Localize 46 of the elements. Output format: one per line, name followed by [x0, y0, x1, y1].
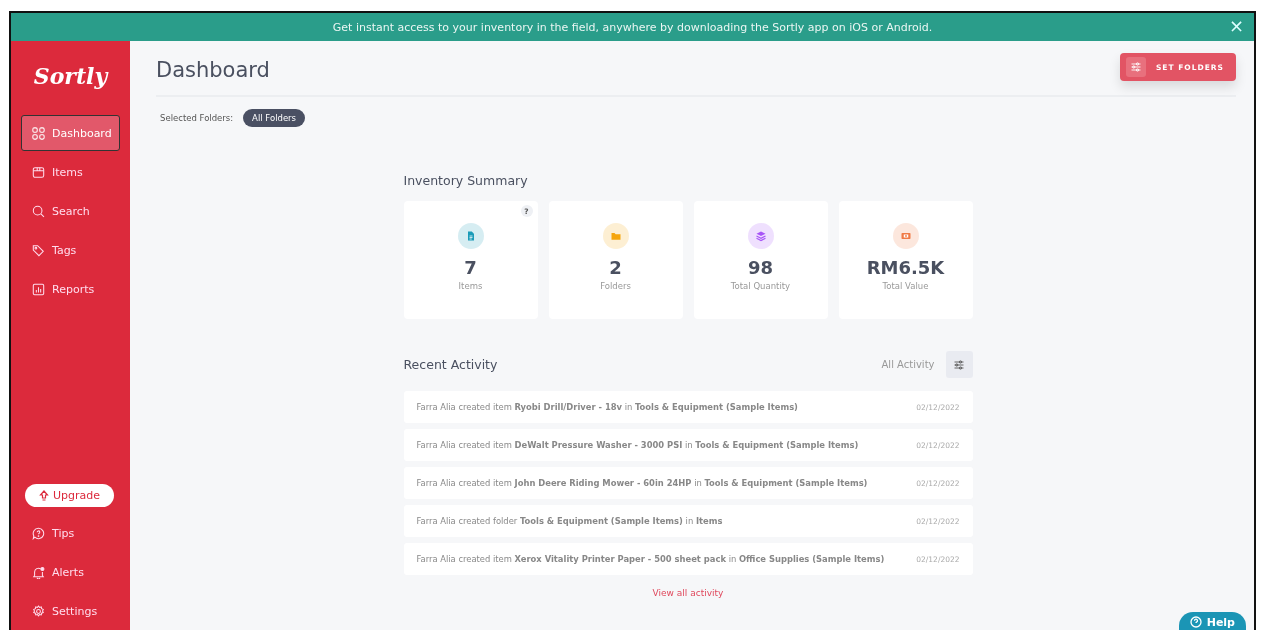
arrow-up-icon: [39, 489, 49, 502]
sidebar-item[interactable]: Reports: [21, 271, 120, 307]
folder-chip[interactable]: All Folders: [243, 109, 306, 127]
upgrade-button[interactable]: Upgrade: [25, 484, 114, 507]
close-button[interactable]: ×: [1224, 16, 1248, 36]
summary-label: Items: [458, 281, 483, 291]
nav-icon: [32, 165, 45, 179]
help-button[interactable]: Help: [1178, 612, 1246, 630]
activity-text: Farra Alia created folder Tools & Equipment (Sample Items) in Items: [416, 516, 724, 526]
summary-label: Folders: [600, 281, 631, 291]
summary-value: RM6.5K: [866, 257, 945, 278]
sidebar-item[interactable]: Items: [21, 154, 120, 190]
section-title: Recent Activity: [403, 357, 499, 372]
activity-text: Farra Alia created item Xerox Vitality Printer Paper - 500 sheet pack in Office Supplies (Sample Items): [416, 554, 886, 564]
sidebar-item[interactable]: Tips: [21, 515, 120, 551]
sidebar-item[interactable]: Dashboard: [21, 115, 120, 151]
activity-text: Farra Alia created item John Deere Riding Mower - 60in 24HP in Tools & Equipment (Sample Items): [416, 478, 869, 488]
sidebar-item[interactable]: Tags: [21, 232, 120, 268]
nav-icon: [32, 565, 45, 579]
filter-label: All Activity: [881, 359, 935, 370]
summary-value: 2: [609, 257, 622, 278]
logo: Sortly: [33, 63, 108, 89]
sliders-icon: [1129, 61, 1142, 73]
page-title: Dashboard: [156, 57, 270, 82]
nav-icon: [32, 126, 45, 140]
summary-value: 98: [747, 257, 774, 278]
banner-text: Get instant access to your inventory in the field, anywhere by downloading the Sortly app on iOS or Android.: [332, 20, 933, 34]
nav-icon: [32, 204, 45, 218]
sidebar-item[interactable]: Settings: [21, 593, 120, 629]
nav-icon: [32, 243, 45, 257]
view-all-link[interactable]: View all activity: [652, 588, 724, 598]
summary-value: 7: [464, 257, 477, 278]
sliders-icon: [953, 358, 965, 371]
nav-icon: [32, 604, 45, 618]
sidebar-item[interactable]: Alerts: [21, 554, 120, 590]
section-title: Inventory Summary: [403, 173, 529, 188]
activity-text: Farra Alia created item Ryobi Drill/Driver - 18v in Tools & Equipment (Sample Items): [416, 402, 799, 412]
activity-text: Farra Alia created item DeWalt Pressure Washer - 3000 PSI in Tools & Equipment (Sample Items): [416, 440, 860, 450]
nav-icon: [32, 282, 45, 296]
filter-button[interactable]: [945, 351, 973, 378]
nav-icon: [32, 526, 45, 540]
summary-label: Total Quantity: [730, 281, 791, 291]
selected-folders-label: Selected Folders:: [160, 113, 234, 123]
help-icon: [1189, 616, 1202, 628]
summary-label: Total Value: [882, 281, 929, 291]
sidebar-item[interactable]: Search: [21, 193, 120, 229]
